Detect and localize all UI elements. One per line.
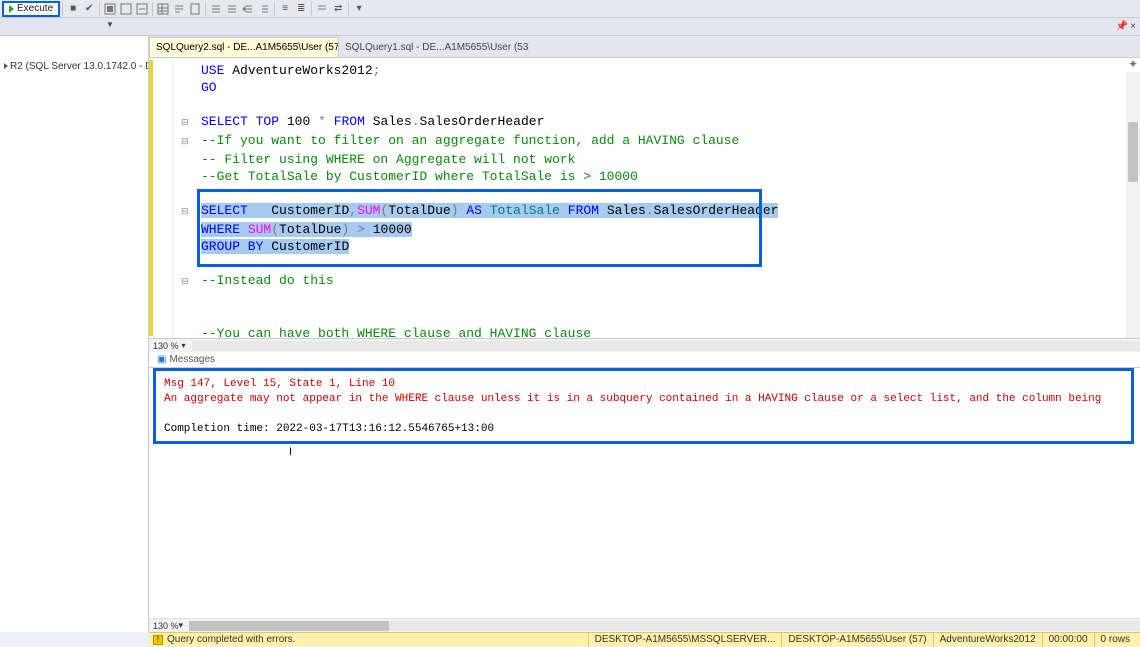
execute-button[interactable]: Execute <box>2 1 60 17</box>
pin-icon[interactable]: 📌 <box>1116 21 1128 32</box>
toolbar: Execute ■ ✔ ≡ ≣ ⇄ ▾ <box>0 0 1140 18</box>
error-header: Msg 147, Level 15, State 1, Line 10 <box>164 377 1123 392</box>
status-message: Query completed with errors. <box>167 634 295 645</box>
tab-label: SQLQuery1.sql - DE...A1M5655\User (53))* <box>345 42 529 53</box>
results-text-icon[interactable] <box>171 1 187 17</box>
toggle-icon[interactable]: ⇄ <box>330 1 346 17</box>
misc-icon[interactable]: ≣ <box>293 1 309 17</box>
results-file-icon[interactable] <box>187 1 203 17</box>
status-server: DESKTOP-A1M5655\MSSQLSERVER... <box>588 633 782 647</box>
completion-time: Completion time: 2022-03-17T13:16:12.554… <box>164 422 1123 437</box>
messages-pane: ▣ Messages Msg 147, Level 15, State 1, L… <box>149 352 1140 632</box>
object-explorer: R2 (SQL Server 13.0.1742.0 - DESKTOP-A <box>0 36 149 632</box>
fold-icon[interactable]: ⊟ <box>181 274 191 291</box>
tab-label: SQLQuery2.sql - DE...A1M5655\User (57))* <box>156 42 339 53</box>
messages-tab-label: Messages <box>169 354 215 365</box>
error-text: An aggregate may not appear in the WHERE… <box>164 392 1123 407</box>
messages-output[interactable]: Msg 147, Level 15, State 1, Line 10 An a… <box>153 368 1134 444</box>
outdent-icon[interactable] <box>256 1 272 17</box>
status-user: DESKTOP-A1M5655\User (57) <box>781 633 932 647</box>
parse-icon[interactable]: ✔ <box>81 1 97 17</box>
results-grid-icon[interactable] <box>155 1 171 17</box>
messages-zoom: 130 %▾ <box>149 618 1140 632</box>
fold-icon[interactable]: ⊟ <box>181 204 191 221</box>
tab-sqlquery1[interactable]: SQLQuery1.sql - DE...A1M5655\User (53))* <box>339 37 529 57</box>
chevron-down-icon[interactable]: ▾ <box>179 620 184 631</box>
scrollbar-horizontal[interactable] <box>189 621 1140 631</box>
more-icon[interactable] <box>314 1 330 17</box>
sql-editor[interactable]: ✦ USE AdventureWorks2012; GO ⊟SELECT TOP… <box>149 58 1140 338</box>
display-plan-icon[interactable] <box>102 1 118 17</box>
split-icon[interactable]: ✦ <box>1126 58 1140 72</box>
uncomment-icon[interactable] <box>224 1 240 17</box>
zoom-value[interactable]: 130 % <box>153 621 179 631</box>
warning-icon: ! <box>153 635 163 645</box>
messages-icon: ▣ <box>157 354 166 365</box>
server-node[interactable]: R2 (SQL Server 13.0.1742.0 - DESKTOP-A <box>4 61 148 72</box>
include-plan-icon[interactable] <box>134 1 150 17</box>
cancel-query-icon[interactable]: ■ <box>65 1 81 17</box>
tab-sqlquery2[interactable]: SQLQuery2.sql - DE...A1M5655\User (57))*… <box>149 37 339 57</box>
status-rows: 0 rows <box>1094 633 1136 647</box>
editor-zoom: 130 %▾ <box>149 338 1140 352</box>
fold-icon[interactable]: ⊟ <box>181 115 191 132</box>
execute-label: Execute <box>17 3 53 14</box>
scrollbar-horizontal[interactable] <box>192 341 1140 351</box>
panel-header: ▼ 📌 × <box>0 18 1140 36</box>
status-database: AdventureWorks2012 <box>933 633 1042 647</box>
status-bar: ! Query completed with errors. DESKTOP-A… <box>149 632 1140 646</box>
editor-tabs: SQLQuery2.sql - DE...A1M5655\User (57))*… <box>149 36 1140 58</box>
text-cursor: I <box>149 446 292 458</box>
specify-values-icon[interactable]: ≡ <box>277 1 293 17</box>
play-icon <box>9 5 14 13</box>
messages-tab[interactable]: ▣ Messages <box>149 352 1140 368</box>
scrollbar-vertical[interactable] <box>1126 72 1140 338</box>
status-time: 00:00:00 <box>1042 633 1094 647</box>
chevron-down-icon[interactable]: ▾ <box>182 341 186 350</box>
zoom-value[interactable]: 130 % <box>153 341 179 351</box>
close-icon[interactable]: × <box>1130 21 1136 32</box>
indent-icon[interactable] <box>240 1 256 17</box>
dropdown-icon[interactable]: ▾ <box>351 1 367 17</box>
fold-icon[interactable]: ⊟ <box>181 134 191 151</box>
comment-icon[interactable] <box>208 1 224 17</box>
include-stats-icon[interactable] <box>118 1 134 17</box>
editor-margin <box>149 58 173 338</box>
chevron-down-icon[interactable]: ▼ <box>106 20 114 29</box>
